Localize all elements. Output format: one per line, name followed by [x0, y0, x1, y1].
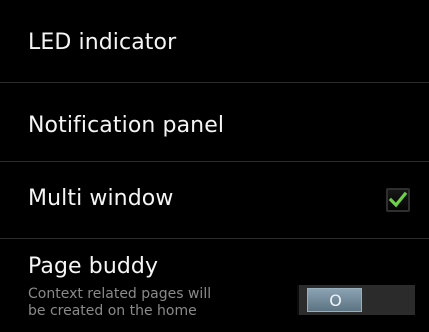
setting-label-page-buddy: Page buddy — [28, 254, 159, 279]
setting-item-led-indicator[interactable]: LED indicator — [0, 0, 429, 82]
setting-label-led-indicator: LED indicator — [28, 30, 177, 55]
setting-item-notification-panel[interactable]: Notification panel — [0, 83, 429, 161]
settings-list: LED indicator Notification panel Multi w… — [0, 0, 429, 332]
multi-window-checkbox[interactable] — [386, 188, 410, 212]
page-buddy-description: Context related pages will be created on… — [28, 286, 273, 320]
page-buddy-description-line-1: Context related pages will — [28, 286, 212, 302]
toggle-state-label: O — [329, 291, 342, 310]
page-buddy-toggle[interactable]: O — [297, 285, 415, 315]
setting-item-multi-window[interactable]: Multi window — [0, 162, 429, 238]
toggle-track — [366, 288, 415, 312]
page-buddy-description-line-2: be created on the home — [28, 303, 197, 319]
setting-label-multi-window: Multi window — [28, 186, 174, 211]
toggle-knob[interactable]: O — [307, 288, 362, 312]
setting-label-notification-panel: Notification panel — [28, 113, 225, 138]
check-icon — [388, 191, 408, 208]
